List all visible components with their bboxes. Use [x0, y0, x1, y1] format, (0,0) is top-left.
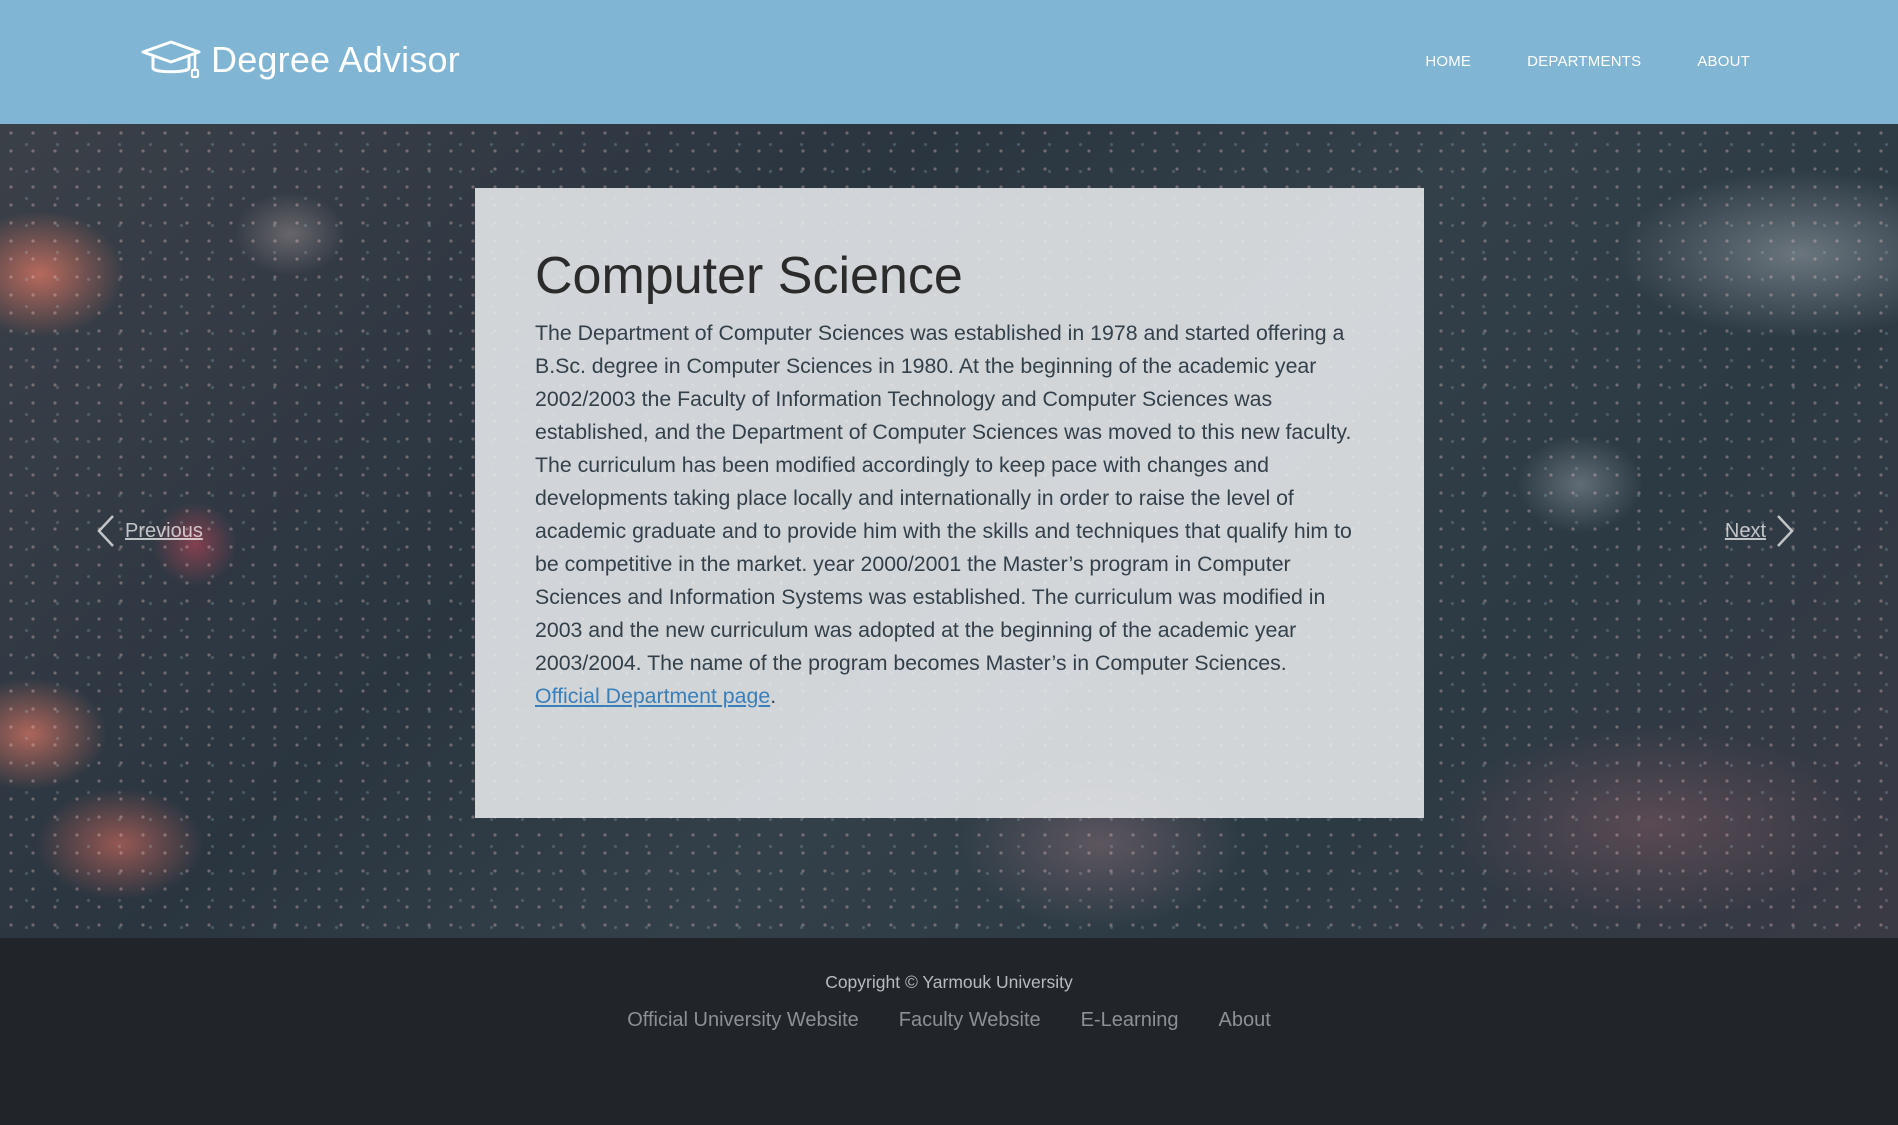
chevron-right-icon: [1777, 515, 1794, 547]
brand-name: Degree Advisor: [211, 39, 460, 80]
carousel-prev-button[interactable]: Previous: [95, 514, 203, 548]
nav-home[interactable]: HOME: [1425, 53, 1471, 70]
footer-link-university[interactable]: Official University Website: [627, 1009, 859, 1032]
footer-link-elearning[interactable]: E-Learning: [1081, 1009, 1179, 1032]
site-header: Degree Advisor HOME DEPARTMENTS ABOUT: [0, 0, 1898, 124]
nav-about[interactable]: ABOUT: [1697, 53, 1750, 70]
department-title: Computer Science: [535, 247, 963, 305]
site-footer: Copyright © Yarmouk University Official …: [0, 938, 1898, 1125]
department-card: Computer Science The Department of Compu…: [475, 188, 1424, 818]
carousel-next-label: Next: [1724, 519, 1766, 542]
copyright-text: Copyright © Yarmouk University: [825, 972, 1073, 992]
official-department-link[interactable]: Official Department page: [535, 684, 770, 708]
carousel-prev-label: Previous: [125, 519, 203, 542]
link-suffix: .: [770, 684, 777, 709]
department-description: The Department of Computer Sciences was …: [535, 321, 1352, 676]
carousel-next-button[interactable]: Next: [1725, 514, 1796, 548]
footer-link-about[interactable]: About: [1219, 1009, 1271, 1032]
chevron-left-icon: [97, 515, 114, 547]
hero-carousel: Previous Next Computer Science The Depar…: [0, 124, 1898, 938]
nav-departments[interactable]: DEPARTMENTS: [1527, 53, 1641, 70]
footer-links: Official University Website Faculty Webs…: [0, 1009, 1898, 1032]
main-nav: HOME DEPARTMENTS ABOUT: [1425, 53, 1750, 70]
department-link-line: Official Department page.: [535, 680, 1364, 713]
graduation-cap-icon: [141, 40, 201, 79]
brand-logo-link[interactable]: Degree Advisor: [139, 38, 460, 82]
footer-link-faculty[interactable]: Faculty Website: [899, 1009, 1041, 1032]
